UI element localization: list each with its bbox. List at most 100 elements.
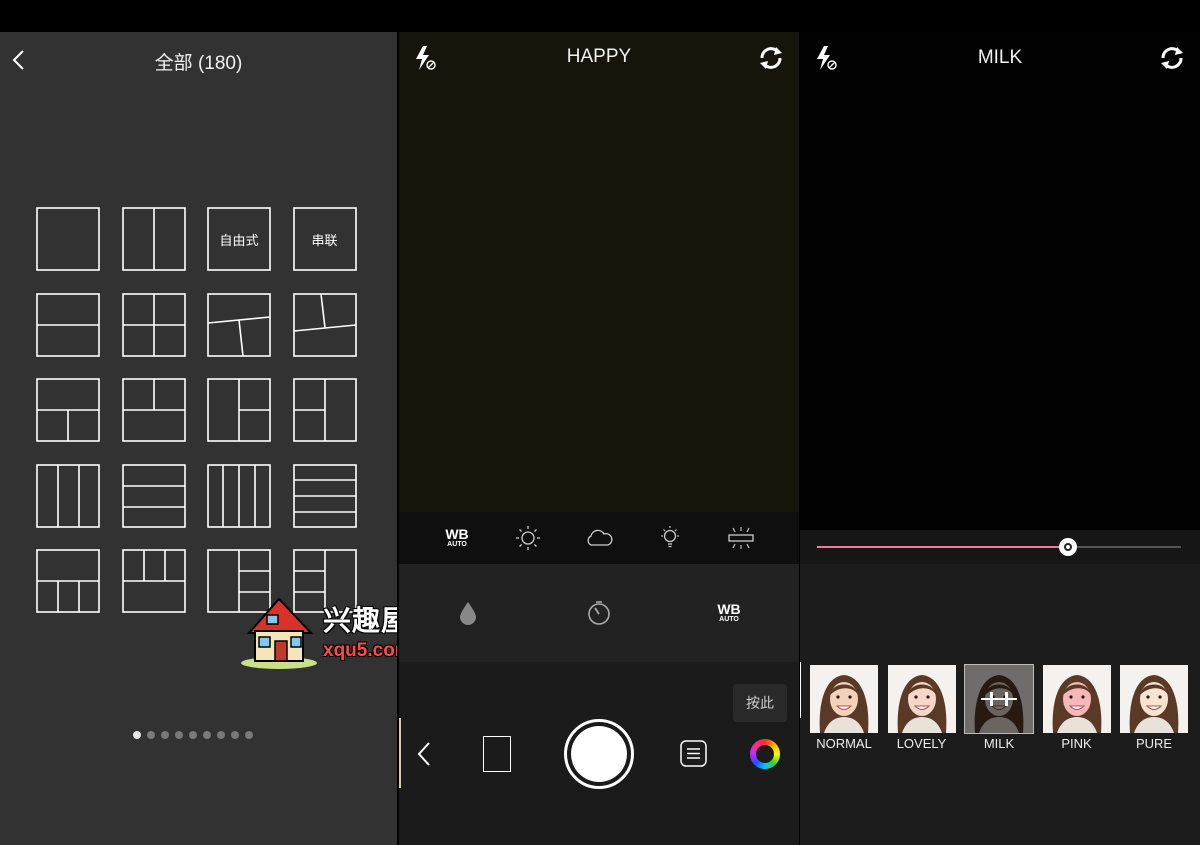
- layout-tile-left-right2[interactable]: [207, 378, 271, 442]
- edge-strip: [399, 718, 401, 788]
- wb-label: WB: [717, 601, 741, 617]
- back-icon[interactable]: [415, 739, 435, 769]
- viewfinder[interactable]: [399, 32, 799, 512]
- layout-label: 自由式: [219, 233, 259, 249]
- wb-sublabel: AUTO: [447, 541, 467, 548]
- filter-panel: MILK NORMAL LOVELY MILK PINK PURE: [800, 0, 1200, 845]
- layout-single-icon: [36, 207, 100, 271]
- filter-label: MILK: [983, 736, 1015, 751]
- switch-camera-icon[interactable]: [757, 44, 785, 72]
- collage-panel: 全部 (180) 自由式 串联 兴趣屋 xqu5.com: [0, 0, 397, 845]
- shutter-button[interactable]: [564, 719, 634, 789]
- layout-top2-bottom-icon: [121, 378, 186, 442]
- layout-tile-chain[interactable]: 串联: [292, 207, 357, 271]
- filter-label: NORMAL: [816, 736, 872, 751]
- layout-tile-split-h2[interactable]: [36, 292, 100, 357]
- layout-left-right2-icon: [207, 378, 271, 442]
- white-balance-bar: WB AUTO: [399, 512, 799, 564]
- sun-icon[interactable]: [510, 522, 546, 554]
- layout-tile-cols3[interactable]: [36, 463, 100, 528]
- layout-tile-grid4[interactable]: [121, 292, 186, 357]
- fluorescent-icon[interactable]: [723, 522, 759, 554]
- tool-row: WB AUTO: [399, 564, 799, 662]
- page-dot[interactable]: [217, 731, 225, 739]
- portrait-image: [1120, 665, 1188, 733]
- status-bar: [0, 0, 397, 32]
- layout-label: 串联: [311, 233, 338, 249]
- layout-tile-top-bottom3[interactable]: [36, 549, 100, 613]
- filter-item-pure[interactable]: PURE: [1120, 665, 1188, 751]
- wb-auto-tool-button[interactable]: WB AUTO: [711, 598, 747, 628]
- status-bar: [800, 0, 1200, 32]
- filter-thumbnail: [810, 665, 878, 733]
- slider-fill: [817, 546, 1069, 548]
- layout-rows4-icon: [292, 463, 357, 528]
- layout-cols3-icon: [36, 463, 100, 528]
- layout-tile-top2-bottom[interactable]: [121, 378, 186, 442]
- layout-tile-top3-bottom[interactable]: [121, 549, 186, 613]
- camera-panel: HAPPY WB AUTO WB AUTO 按此: [399, 0, 799, 845]
- page-dot[interactable]: [231, 731, 239, 739]
- filter-thumbnail: [1120, 665, 1188, 733]
- page-dot[interactable]: [175, 731, 183, 739]
- bulb-icon[interactable]: [652, 522, 688, 554]
- filter-thumbnail: [964, 664, 1034, 734]
- filter-item-milk[interactable]: MILK: [964, 664, 1034, 751]
- page-indicator: [133, 731, 253, 739]
- color-filter-icon[interactable]: [750, 739, 780, 769]
- filter-spacer: [800, 564, 1200, 662]
- filter-label: LOVELY: [896, 736, 947, 751]
- filter-title: HAPPY: [566, 46, 632, 67]
- filter-label: PURE: [1135, 736, 1173, 751]
- layout-tile-freeform[interactable]: 自由式: [207, 207, 271, 271]
- portrait-image: [1042, 665, 1111, 733]
- layout-tile-cols4[interactable]: [207, 463, 271, 528]
- slider-knob[interactable]: [1059, 538, 1078, 556]
- aspect-ratio-button[interactable]: [483, 736, 511, 772]
- page-title: 全部 (180): [154, 53, 243, 74]
- layout-top3-bottom-icon: [121, 549, 186, 613]
- filter-label: PINK: [1061, 736, 1092, 751]
- layout-tile-diag-b[interactable]: [292, 292, 357, 357]
- adjust-icon[interactable]: [965, 665, 1033, 733]
- intensity-slider-bar: [800, 530, 1200, 564]
- layout-rows3-icon: [121, 463, 186, 528]
- filter-thumbnail: [1042, 665, 1111, 733]
- page-dot[interactable]: [203, 731, 211, 739]
- layout-diag-a-icon: [207, 292, 271, 357]
- wb-auto-button[interactable]: WB AUTO: [439, 522, 475, 554]
- intensity-slider[interactable]: [817, 546, 1181, 548]
- shutter-inner: [571, 726, 627, 782]
- switch-camera-icon[interactable]: [1158, 44, 1186, 72]
- layout-tile-rows3[interactable]: [121, 463, 186, 528]
- page-dot[interactable]: [161, 731, 169, 739]
- filter-item-normal[interactable]: NORMAL: [810, 665, 878, 751]
- timer-icon[interactable]: [581, 598, 617, 628]
- layout-tile-rows4[interactable]: [292, 463, 357, 528]
- layout-top-bottom2-icon: [36, 378, 100, 442]
- watermark: 兴趣屋 xqu5.com: [237, 593, 397, 673]
- layout-tile-single[interactable]: [36, 207, 100, 271]
- cloud-icon[interactable]: [581, 522, 617, 554]
- layout-tile-split-v2[interactable]: [121, 207, 186, 271]
- drop-icon[interactable]: [450, 598, 486, 628]
- layout-tile-left2-right[interactable]: [292, 378, 357, 442]
- status-bar: [399, 0, 799, 32]
- menu-icon[interactable]: [680, 740, 707, 767]
- layout-tile-diag-a[interactable]: [207, 292, 271, 357]
- page-dot[interactable]: [189, 731, 197, 739]
- page-dot[interactable]: [147, 731, 155, 739]
- page-dot[interactable]: [133, 731, 141, 739]
- watermark-text: 兴趣屋: [323, 604, 397, 637]
- filter-item-lovely[interactable]: LOVELY: [887, 665, 956, 751]
- layout-top-bottom3-icon: [36, 549, 100, 613]
- wb-sublabel: AUTO: [719, 616, 739, 623]
- layout-tile-top-bottom2[interactable]: [36, 378, 100, 442]
- filter-title: MILK: [977, 47, 1023, 68]
- portrait-image: [887, 665, 956, 733]
- page-dot[interactable]: [245, 731, 253, 739]
- portrait-image: [810, 665, 878, 733]
- layout-diag-b-icon: [292, 292, 357, 357]
- layout-grid4-icon: [121, 292, 186, 357]
- filter-item-pink[interactable]: PINK: [1042, 665, 1111, 751]
